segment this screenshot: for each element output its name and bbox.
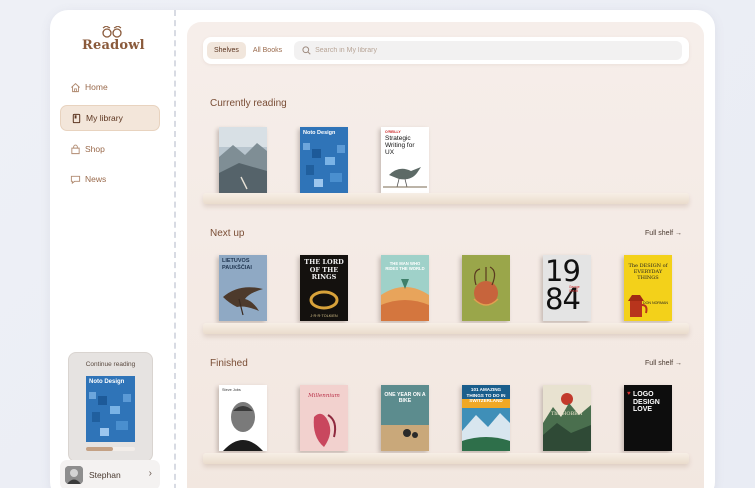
home-icon (68, 80, 82, 94)
full-shelf-link[interactable]: Full shelf → (645, 360, 682, 367)
book-icon (69, 111, 83, 125)
book-title: THE MAN WHO RIDES THE WORLD (385, 261, 425, 271)
sidebar-item-label: Home (85, 82, 108, 92)
sidebar-item-label: My library (86, 113, 123, 123)
library-panel: Shelves All Books Currently reading (187, 22, 704, 488)
book-title: Millennium (308, 393, 340, 399)
section-title-finished: Finished (210, 358, 248, 369)
book-title: Steve Jobs (222, 388, 241, 392)
book-cover[interactable]: The HOBBIT (543, 385, 591, 451)
book-cover[interactable]: ♥ LOGO DESIGN LOVE (624, 385, 672, 451)
app-window: Readowl Home My library Shop News Contin… (50, 10, 715, 488)
book-publisher: O'REILLY (385, 130, 401, 134)
sidebar-item-label: Shop (85, 144, 105, 154)
book-author: DON NORMAN (643, 301, 668, 305)
heart-icon: ♥ (627, 391, 631, 397)
book-cover[interactable]: Steve Jobs (219, 385, 267, 451)
sidebar-item-shop[interactable]: Shop (60, 136, 160, 162)
book-cover[interactable]: LIETUVOS PAUKŠČIAI (219, 255, 267, 321)
book-cover[interactable]: ONE YEAR ON A BIKE (381, 385, 429, 451)
book-title: The DESIGN of EVERYDAY THINGS (628, 263, 668, 281)
book-title: THE LORD OF THE RINGS (304, 258, 344, 281)
book-cover[interactable] (219, 127, 267, 193)
avatar (65, 466, 83, 484)
book-title: LOGO DESIGN LOVE (633, 391, 660, 413)
book-cover[interactable]: Noto Design (300, 127, 348, 193)
toolbar: Shelves All Books (203, 37, 689, 64)
arrow-right-icon: → (675, 230, 682, 237)
book-title: Strategic Writing for UX (385, 135, 415, 156)
search-icon (302, 46, 311, 55)
continue-reading-label: Continue reading (85, 361, 136, 368)
sidebar-item-home[interactable]: Home (60, 74, 160, 100)
owl-logo-icon (102, 26, 122, 38)
tab-all-books[interactable]: All Books (246, 42, 289, 59)
full-shelf-link[interactable]: Full shelf → (645, 230, 682, 237)
book-author: J·R·R·TOLKIEN (310, 314, 338, 318)
book-cover[interactable]: Millennium (300, 385, 348, 451)
shelf (203, 193, 689, 204)
bag-icon (68, 142, 82, 156)
book-cover[interactable]: 101 AMAZING THINGS TO DO IN SWITZERLAND (462, 385, 510, 451)
continue-reading-card[interactable]: Continue reading Noto Design (68, 352, 153, 462)
book-author: George Orwell (569, 285, 580, 293)
search-bar[interactable] (294, 41, 683, 60)
user-profile[interactable]: Stephan › (60, 460, 160, 488)
shelf (203, 323, 689, 334)
book-cover[interactable] (462, 255, 510, 321)
continue-reading-progress-fill (86, 447, 113, 451)
shelf (203, 453, 689, 464)
full-shelf-label: Full shelf (645, 230, 674, 237)
search-input[interactable] (315, 47, 666, 54)
continue-reading-progress (86, 447, 135, 451)
book-cover[interactable]: THE LORD OF THE RINGS J·R·R·TOLKIEN (300, 255, 348, 321)
section-title-currently-reading: Currently reading (210, 98, 287, 109)
book-title: 101 AMAZING THINGS TO DO IN SWITZERLAND (466, 387, 506, 403)
sidebar: Readowl Home My library Shop News Contin… (50, 10, 176, 488)
book-title: ONE YEAR ON A BIKE (384, 392, 426, 404)
book-title: LIETUVOS PAUKŠČIAI (222, 258, 252, 271)
book-title: The HOBBIT (550, 411, 584, 417)
brand-name: Readowl (82, 38, 145, 53)
logo[interactable]: Readowl (82, 26, 145, 53)
continue-reading-cover[interactable]: Noto Design (86, 376, 135, 442)
chevron-right-icon[interactable]: › (149, 468, 152, 479)
arrow-right-icon: → (675, 360, 682, 367)
user-name: Stephan (89, 470, 121, 480)
book-cover[interactable]: O'REILLY Strategic Writing for UX (381, 127, 429, 193)
sidebar-item-label: News (85, 174, 107, 184)
section-title-next-up: Next up (210, 228, 245, 239)
book-cover[interactable]: 1984 George Orwell (543, 255, 591, 321)
book-title: Noto Design (303, 130, 336, 136)
full-shelf-label: Full shelf (645, 360, 674, 367)
chat-icon (68, 172, 82, 186)
tab-shelves[interactable]: Shelves (207, 42, 246, 59)
book-cover[interactable]: The DESIGN of EVERYDAY THINGS DON NORMAN (624, 255, 672, 321)
continue-reading-cover-title: Noto Design (89, 379, 125, 385)
book-cover[interactable]: THE MAN WHO RIDES THE WORLD (381, 255, 429, 321)
sidebar-item-my-library[interactable]: My library (60, 105, 160, 131)
sidebar-item-news[interactable]: News (60, 166, 160, 192)
